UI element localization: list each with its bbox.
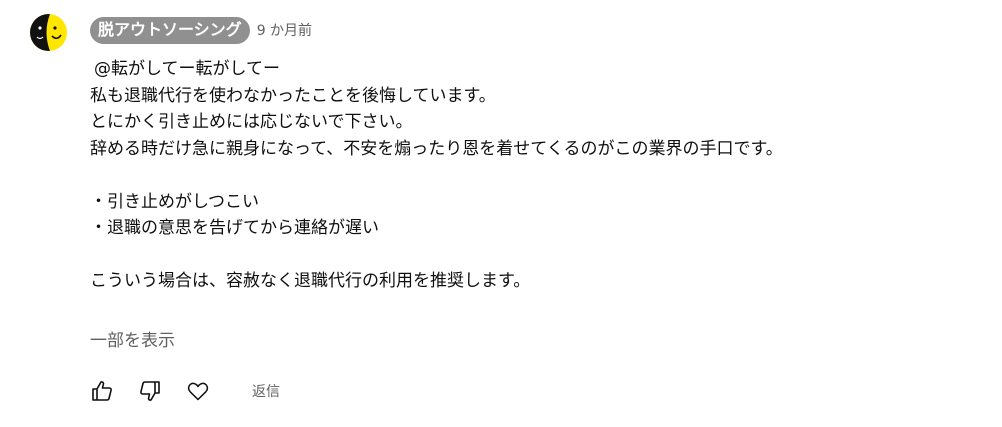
- heart-button[interactable]: [184, 377, 212, 405]
- comment-line: 私も退職代行を使わなかったことを後悔しています。: [90, 85, 496, 106]
- avatar-image: [30, 14, 67, 51]
- dislike-button[interactable]: [136, 377, 164, 405]
- comment-line: ・退職の意思を告げてから連絡が遅い: [90, 218, 379, 238]
- comment-line: ・引き止めがしつこい: [90, 191, 259, 212]
- comment-timestamp[interactable]: 9 か月前: [257, 20, 312, 40]
- comment-line: とにかく引き止めには応じないで下さい。: [90, 112, 413, 132]
- comment-line: こういう場合は、容赦なく退職代行の利用を推奨します。: [90, 271, 531, 291]
- thumbs-up-icon: [92, 381, 112, 401]
- comment-line: [90, 162, 990, 189]
- comment-line: [90, 242, 990, 269]
- show-more-toggle[interactable]: 一部を表示: [90, 328, 175, 354]
- reply-button[interactable]: 返信: [252, 381, 280, 401]
- mention-line[interactable]: @転がしてー転がしてー: [90, 56, 990, 83]
- comment-line: 辞める時だけ急に親身になって、不安を煽ったり恩を着せてくるのがこの業界の手口です…: [90, 138, 783, 159]
- author-name[interactable]: 脱アウトソーシング: [90, 16, 250, 44]
- heart-icon: [187, 382, 209, 401]
- avatar[interactable]: [30, 14, 67, 51]
- thumbs-down-icon: [140, 381, 160, 401]
- comment-thread: 脱アウトソーシング 9 か月前 @転がしてー転がしてー 私も退職代行を使わなかっ…: [0, 0, 1002, 427]
- comment-actions: 返信: [88, 375, 280, 407]
- like-button[interactable]: [88, 377, 116, 405]
- comment-header: 脱アウトソーシング 9 か月前: [90, 16, 312, 44]
- comment-body: @転がしてー転がしてー 私も退職代行を使わなかったことを後悔しています。 とにか…: [90, 56, 990, 295]
